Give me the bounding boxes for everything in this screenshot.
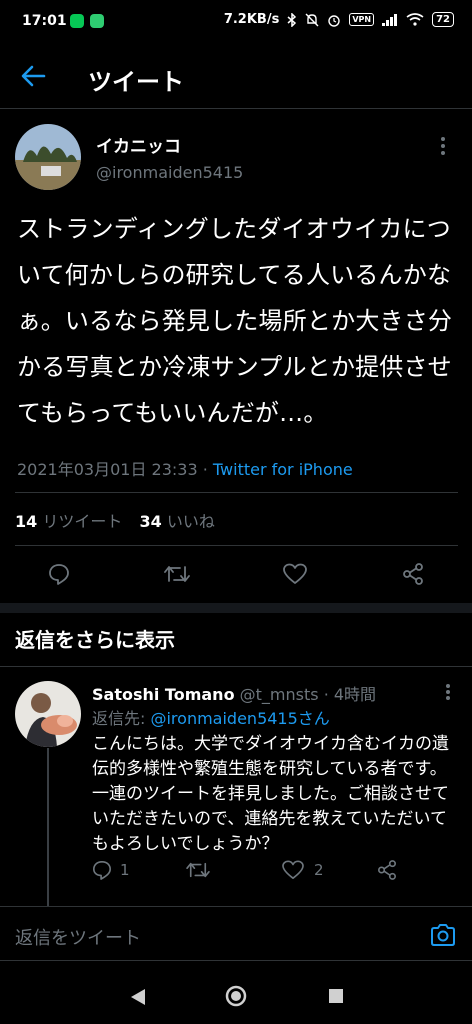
reply-reply-button[interactable]: 1 — [92, 860, 130, 880]
retweet-stat[interactable]: 14 リツイート — [15, 512, 122, 531]
more-replies-divider — [0, 666, 472, 667]
tweet-text: ストランディングしたダイオウイカについて何かしらの研究してる人いるんかなぁ。いる… — [17, 215, 453, 427]
like-stat[interactable]: 34 いいね — [139, 512, 214, 531]
reply-more-button[interactable] — [445, 683, 451, 701]
retweet-label: リツイート — [42, 512, 123, 531]
retweet-button[interactable] — [159, 556, 195, 592]
share-icon — [378, 860, 396, 880]
section-separator — [0, 603, 472, 613]
reply-retweet-button[interactable] — [186, 860, 210, 880]
like-label: いいね — [166, 512, 215, 531]
back-button[interactable] — [20, 64, 46, 88]
meta-divider — [15, 492, 458, 493]
vpn-badge: VPN — [349, 13, 375, 26]
retweet-icon — [186, 862, 210, 878]
tweet-source-link[interactable]: Twitter for iPhone — [213, 460, 353, 479]
home-circle-icon — [225, 985, 247, 1007]
header-divider — [0, 108, 472, 109]
reply-to-handle-link[interactable]: @ironmaiden5415さん — [150, 709, 329, 728]
reply-compose-input[interactable]: 返信をツイート — [15, 924, 141, 950]
reply-icon — [49, 564, 69, 585]
like-count: 34 — [139, 512, 162, 531]
heart-icon — [282, 860, 304, 879]
shield-app-icon — [90, 14, 104, 28]
reply-time: · 4時間 — [323, 685, 377, 704]
author-handle[interactable]: @ironmaiden5415 — [96, 163, 243, 182]
tweet-timestamp: 2021年03月01日 23:33 — [17, 460, 198, 479]
retweet-count: 14 — [15, 512, 38, 531]
wifi-icon — [406, 13, 424, 26]
reply-author-name[interactable]: Satoshi Tomano — [92, 685, 235, 704]
back-triangle-icon — [131, 989, 145, 1005]
reply-to-line: 返信先: @ironmaiden5415さん — [92, 705, 330, 729]
navbar-divider — [0, 960, 472, 961]
nav-home-button[interactable] — [225, 985, 247, 1007]
back-arrow-icon — [21, 65, 46, 87]
reply-share-button[interactable] — [377, 860, 397, 880]
meta-separator: · — [197, 460, 213, 479]
nav-recents-button[interactable] — [329, 989, 343, 1003]
reply-text: こんにちは。大学でダイオウイカ含むイカの遺伝的多様性や繁殖生態を研究している者で… — [92, 734, 449, 854]
camera-icon — [431, 924, 455, 946]
retweet-icon — [164, 566, 190, 582]
mute-icon — [305, 13, 319, 27]
camera-button[interactable] — [430, 923, 456, 947]
more-vertical-icon — [446, 684, 450, 700]
notification-icons — [70, 14, 104, 28]
more-vertical-icon — [441, 137, 445, 155]
like-button[interactable] — [277, 556, 313, 592]
reply-reply-count: 1 — [120, 861, 130, 879]
author-name[interactable]: イカニッコ — [96, 132, 181, 157]
top-bar: ツイート — [0, 48, 472, 106]
status-right: 7.2KB/s VPN 72 — [224, 12, 454, 27]
recents-square-icon — [329, 989, 343, 1003]
signal-icon — [382, 13, 398, 26]
battery-indicator: 72 — [432, 12, 454, 27]
reply-author-avatar[interactable] — [15, 681, 81, 747]
nav-back-button[interactable] — [130, 988, 146, 1006]
network-speed: 7.2KB/s — [223, 12, 280, 27]
share-icon — [403, 563, 423, 585]
tweet-more-button[interactable] — [440, 136, 446, 156]
author-avatar[interactable] — [15, 124, 81, 190]
show-more-replies[interactable]: 返信をさらに表示 — [15, 624, 175, 653]
alarm-icon — [327, 13, 341, 27]
tweet-meta: 2021年03月01日 23:33 · Twitter for iPhone — [17, 456, 353, 480]
stats-divider — [15, 545, 458, 546]
page-title: ツイート — [88, 68, 184, 96]
status-bar: 17:01 7.2KB/s VPN 72 — [0, 0, 472, 44]
reply-author-handle[interactable]: @t_mnsts — [240, 685, 319, 704]
reply-button[interactable] — [41, 556, 77, 592]
system-nav-bar — [0, 970, 472, 1024]
reply-like-button[interactable]: 2 — [282, 860, 324, 880]
compose-divider — [0, 906, 472, 907]
heart-icon — [283, 563, 307, 584]
reply-header: Satoshi Tomano @t_mnsts · 4時間 — [92, 681, 376, 705]
reply-icon — [93, 861, 111, 880]
line-app-icon — [70, 14, 84, 28]
thread-line — [47, 748, 49, 906]
bluetooth-icon — [287, 12, 297, 27]
tweet-stats: 14 リツイート 34 いいね — [15, 508, 215, 532]
reply-like-count: 2 — [314, 861, 324, 879]
share-button[interactable] — [395, 556, 431, 592]
status-time: 17:01 — [22, 13, 67, 29]
reply-to-label: 返信先: — [92, 709, 151, 728]
